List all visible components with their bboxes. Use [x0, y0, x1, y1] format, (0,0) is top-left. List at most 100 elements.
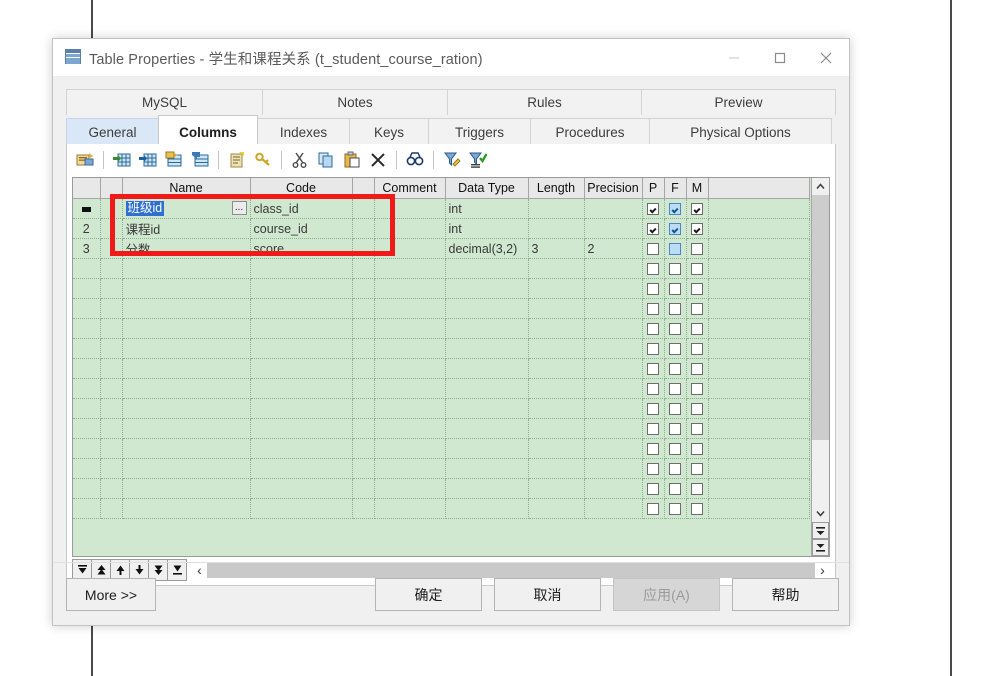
checkbox[interactable] — [691, 303, 703, 316]
tab-general[interactable]: General — [66, 118, 159, 144]
cell-trailing[interactable] — [708, 278, 810, 299]
tab-columns[interactable]: Columns — [158, 115, 258, 144]
close-button[interactable] — [803, 39, 849, 76]
paste-icon[interactable] — [339, 148, 365, 172]
checkbox[interactable] — [669, 303, 681, 316]
hscroll-track[interactable] — [207, 562, 815, 578]
key-icon[interactable] — [250, 148, 276, 172]
cell-length[interactable] — [528, 338, 585, 359]
checkbox[interactable] — [691, 503, 703, 516]
cell-datatype[interactable] — [445, 358, 529, 379]
cell-spacer[interactable] — [352, 478, 375, 499]
cell-datatype[interactable] — [445, 458, 529, 479]
tab-preview[interactable]: Preview — [641, 89, 836, 115]
cell-comment[interactable] — [374, 398, 446, 419]
checkbox[interactable] — [691, 443, 703, 456]
cell-indicator[interactable] — [100, 498, 123, 519]
cell-indicator[interactable] — [100, 358, 123, 379]
col-header-spacer[interactable] — [352, 178, 375, 199]
cell-precision[interactable]: 2 — [584, 238, 643, 259]
cell-spacer[interactable] — [352, 498, 375, 519]
cell-code[interactable] — [250, 438, 353, 459]
cell-precision[interactable] — [584, 358, 643, 379]
cell-length[interactable] — [528, 418, 585, 439]
cell-name[interactable] — [122, 478, 251, 499]
cell-rownum[interactable] — [73, 458, 101, 479]
table-row[interactable] — [73, 318, 810, 339]
cell-indicator[interactable] — [100, 238, 123, 259]
table-row[interactable] — [73, 498, 810, 519]
cell-rownum[interactable] — [73, 298, 101, 319]
cell-length[interactable] — [528, 498, 585, 519]
cell-trailing[interactable] — [708, 418, 810, 439]
col-header-length[interactable]: Length — [528, 178, 585, 199]
cell-foreign[interactable] — [664, 318, 687, 339]
cell-comment[interactable] — [374, 478, 446, 499]
cell-indicator[interactable] — [100, 318, 123, 339]
cell-indicator[interactable] — [100, 398, 123, 419]
table-row[interactable] — [73, 438, 810, 459]
cell-indicator[interactable] — [100, 218, 123, 239]
cell-rownum[interactable] — [73, 358, 101, 379]
cell-precision[interactable] — [584, 458, 643, 479]
col-header-trailing[interactable] — [708, 178, 810, 199]
table-row[interactable] — [73, 458, 810, 479]
scroll-down-button[interactable] — [812, 505, 829, 522]
checkbox[interactable] — [669, 203, 681, 216]
tab-procedures[interactable]: Procedures — [530, 118, 650, 144]
cell-code[interactable] — [250, 298, 353, 319]
cell-indicator[interactable] — [100, 198, 123, 219]
checkbox[interactable] — [669, 263, 681, 276]
cell-spacer[interactable] — [352, 258, 375, 279]
cell-spacer[interactable] — [352, 338, 375, 359]
cell-trailing[interactable] — [708, 298, 810, 319]
cell-rownum[interactable]: 2 — [73, 218, 101, 239]
scroll-top-row-button[interactable] — [812, 522, 829, 539]
cell-name[interactable]: 分数 — [122, 238, 251, 259]
checkbox[interactable] — [669, 423, 681, 436]
checkbox[interactable] — [647, 483, 659, 496]
cell-foreign[interactable] — [664, 478, 687, 499]
cell-comment[interactable] — [374, 318, 446, 339]
col-header-f[interactable]: F — [664, 178, 687, 199]
checkbox[interactable] — [647, 463, 659, 476]
cell-name[interactable]: 课程id — [122, 218, 251, 239]
cell-datatype[interactable] — [445, 498, 529, 519]
cell-spacer[interactable] — [352, 298, 375, 319]
hscroll-right-button[interactable]: › — [815, 561, 830, 579]
cell-mandatory[interactable] — [686, 298, 709, 319]
cell-length[interactable] — [528, 218, 585, 239]
checkbox[interactable] — [669, 323, 681, 336]
ok-button[interactable]: 确定 — [375, 578, 482, 611]
cell-primary[interactable] — [642, 378, 665, 399]
cell-precision[interactable] — [584, 198, 643, 219]
cell-foreign[interactable] — [664, 378, 687, 399]
cell-foreign[interactable] — [664, 458, 687, 479]
name-editor-button[interactable]: ... — [231, 201, 247, 215]
cell-spacer[interactable] — [352, 398, 375, 419]
cell-comment[interactable] — [374, 238, 446, 259]
col-header-datatype[interactable]: Data Type — [445, 178, 529, 199]
cell-primary[interactable] — [642, 458, 665, 479]
col-header-comment[interactable]: Comment — [374, 178, 446, 199]
cell-primary[interactable] — [642, 478, 665, 499]
checkbox[interactable] — [647, 383, 659, 396]
columns-grid[interactable]: Name Code Comment Data Type Length Preci… — [72, 177, 830, 557]
cell-name[interactable] — [122, 378, 251, 399]
cell-indicator[interactable] — [100, 458, 123, 479]
cell-indicator[interactable] — [100, 478, 123, 499]
cell-datatype[interactable]: int — [445, 198, 529, 219]
add-row-icon[interactable] — [135, 148, 161, 172]
checkbox[interactable] — [691, 463, 703, 476]
table-row[interactable] — [73, 418, 810, 439]
cell-comment[interactable] — [374, 278, 446, 299]
edit-row-icon[interactable] — [161, 148, 187, 172]
cell-precision[interactable] — [584, 398, 643, 419]
duplicate-row-icon[interactable] — [187, 148, 213, 172]
cell-primary[interactable] — [642, 338, 665, 359]
checkbox[interactable] — [647, 503, 659, 516]
cell-foreign[interactable] — [664, 218, 687, 239]
checkbox[interactable] — [669, 223, 681, 236]
col-header-p[interactable]: P — [642, 178, 665, 199]
cell-indicator[interactable] — [100, 298, 123, 319]
